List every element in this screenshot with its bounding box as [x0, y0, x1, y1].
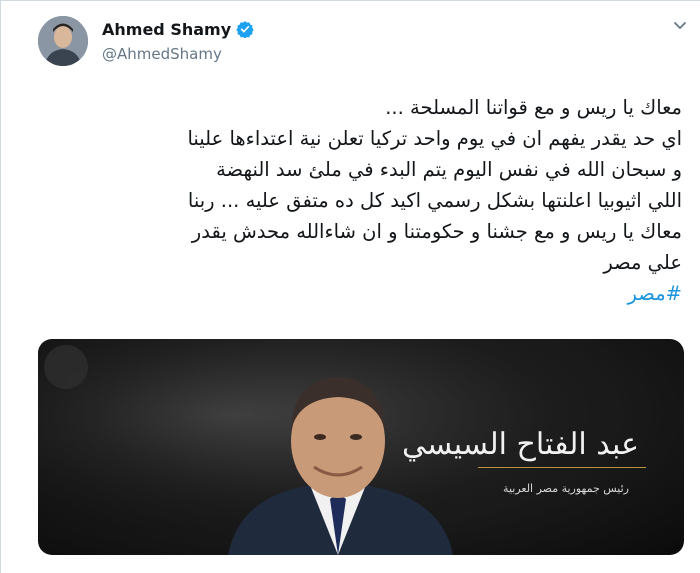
tweet-text: معاك يا ريس و مع قواتنا المسلحة ... اي ح…	[39, 92, 682, 309]
avatar[interactable]	[38, 16, 88, 66]
tweet-line: اي حد يقدر يفهم ان في يوم واحد تركيا تعل…	[187, 127, 682, 150]
chevron-down-icon[interactable]	[672, 17, 688, 33]
avatar-photo-icon	[38, 16, 88, 66]
verified-badge-icon	[236, 21, 254, 38]
tweet-line: اللي اثيوبيا اعلنتها بشكل رسمي اكيد كل د…	[187, 189, 682, 212]
tweet-line: علي مصر	[603, 251, 682, 274]
author-name[interactable]: Ahmed Shamy	[102, 20, 231, 39]
media-title: عبد الفتاح السيسي	[401, 427, 639, 462]
author-handle[interactable]: @AhmedShamy	[102, 45, 222, 63]
tweet-line: معاك يا ريس و مع قواتنا المسلحة ...	[385, 96, 682, 119]
media-divider	[478, 467, 646, 468]
tweet-card[interactable]: Ahmed Shamy @AhmedShamy معاك يا ريس و مع…	[0, 0, 700, 573]
hashtag-link[interactable]: #مصر	[39, 278, 682, 309]
tweet-line: و سبحان الله في نفس اليوم يتم البدء في م…	[216, 158, 682, 181]
tweet-media-image[interactable]: عبد الفتاح السيسي رئيس جمهورية مصر العرب…	[38, 339, 684, 555]
media-subtitle: رئيس جمهورية مصر العربية	[503, 482, 629, 495]
tweet-line: معاك يا ريس و مع جشنا و حكومتنا و ان شاء…	[191, 220, 682, 243]
author-name-row[interactable]: Ahmed Shamy	[102, 20, 254, 39]
